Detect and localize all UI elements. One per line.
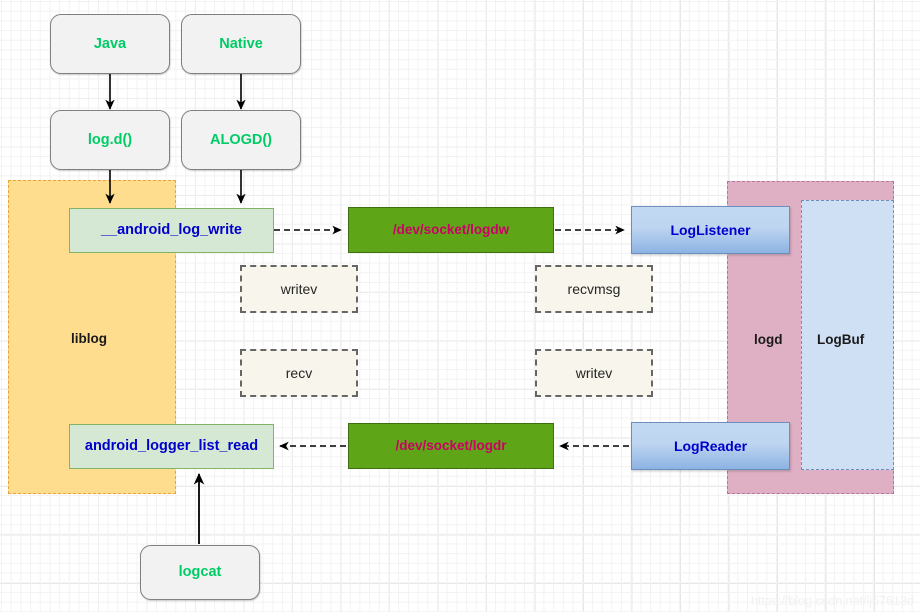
group-logbuf: LogBuf [801, 200, 894, 470]
node-native[interactable]: Native [181, 14, 301, 74]
note-recv: recv [240, 349, 358, 397]
watermark: https://blog.csdn.net/lj57613d [751, 593, 914, 608]
group-logd-label: logd [754, 332, 783, 347]
node-native-label: Native [219, 36, 263, 53]
diagram-canvas: liblog logd LogBuf Java [0, 0, 920, 612]
note-writev-read: writev [535, 349, 653, 397]
group-liblog-label: liblog [71, 331, 107, 346]
note-recvmsg-label: recvmsg [568, 281, 621, 297]
node-logcat-label: logcat [179, 564, 222, 581]
node-log-listener[interactable]: LogListener [631, 206, 790, 254]
node-socket-logdw[interactable]: /dev/socket/logdw [348, 207, 554, 253]
node-socket-logdr-label: /dev/socket/logdr [395, 438, 506, 454]
node-java-label: Java [94, 36, 126, 53]
node-log-d-call[interactable]: log.d() [50, 110, 170, 170]
node-socket-logdw-label: /dev/socket/logdw [393, 222, 509, 238]
node-logger-list-read[interactable]: android_logger_list_read [69, 424, 274, 469]
note-writev-write: writev [240, 265, 358, 313]
node-logger-list-read-label: android_logger_list_read [85, 438, 258, 455]
node-log-listener-label: LogListener [670, 222, 750, 238]
note-writev-read-label: writev [576, 365, 613, 381]
node-socket-logdr[interactable]: /dev/socket/logdr [348, 423, 554, 469]
node-log-reader[interactable]: LogReader [631, 422, 790, 470]
node-logcat[interactable]: logcat [140, 545, 260, 600]
watermark-text: https://blog.csdn.net/lj57613d [751, 593, 914, 608]
node-java[interactable]: Java [50, 14, 170, 74]
node-android-log-write-label: __android_log_write [101, 222, 242, 239]
note-recv-label: recv [286, 365, 312, 381]
group-logbuf-label: LogBuf [817, 332, 864, 347]
node-android-log-write[interactable]: __android_log_write [69, 208, 274, 253]
node-log-reader-label: LogReader [674, 438, 747, 454]
node-alogd-call-label: ALOGD() [210, 132, 272, 149]
note-recvmsg: recvmsg [535, 265, 653, 313]
node-alogd-call[interactable]: ALOGD() [181, 110, 301, 170]
note-writev-write-label: writev [281, 281, 318, 297]
node-log-d-call-label: log.d() [88, 132, 132, 149]
